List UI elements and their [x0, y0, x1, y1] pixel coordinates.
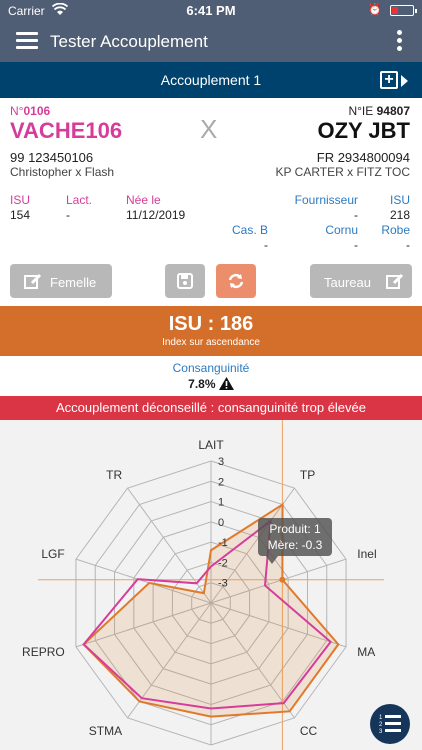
female-name: VACHE106	[10, 118, 123, 143]
isu-subtitle: Index sur ascendance	[162, 337, 260, 348]
select-bull-button[interactable]: Taureau	[310, 264, 412, 298]
female-number: N°0106	[10, 104, 50, 118]
page-title: Tester Accouplement	[50, 32, 208, 51]
female-number-value: 0106	[23, 104, 51, 118]
tooltip-line-1: Produit: 1	[269, 522, 321, 536]
select-bull-label: Taureau	[324, 275, 371, 290]
female-parents: Christopher x Flash	[10, 165, 115, 179]
save-icon	[177, 273, 193, 289]
radar-tick-label: -3	[218, 578, 228, 590]
male-number-value: 94807	[376, 104, 410, 118]
legend-fab-button[interactable]: 1 2 3	[370, 704, 410, 744]
male-robe-label: Robe	[381, 223, 410, 237]
more-options-icon[interactable]	[396, 30, 404, 52]
male-supplier-value: -	[354, 208, 358, 222]
warning-icon	[218, 377, 234, 390]
female-number-prefix: N°	[10, 104, 24, 118]
list-icon: 1 2 3	[379, 715, 401, 735]
isu-title: ISU : 186	[168, 313, 254, 335]
tooltip-marker	[279, 576, 286, 583]
consanguinity-block: Consanguinité 7.8%	[0, 358, 422, 394]
female-born-label: Née le	[126, 193, 161, 207]
radar-axis-label: Inel	[357, 547, 376, 561]
mating-tab-bar: Accouplement 1 +	[0, 62, 422, 98]
radar-axis-label: LGF	[41, 547, 64, 561]
male-id: FR 2934800094	[316, 150, 410, 165]
add-mating-icon[interactable]: +	[380, 71, 398, 89]
status-bar: Carrier 6:41 PM ⏰	[0, 0, 422, 22]
radar-axis-label: STMA	[89, 724, 122, 738]
radar-tick-label: -2	[218, 557, 228, 569]
refresh-icon	[228, 273, 244, 289]
female-isu-value: 154	[10, 208, 31, 222]
next-arrow-icon[interactable]	[401, 75, 408, 87]
alarm-icon: ⏰	[368, 4, 382, 16]
male-number-prefix: N°IE	[348, 104, 374, 118]
radar-tick-label: 3	[218, 456, 224, 468]
animals-panel: N°0106 VACHE106 99 123450106 Christopher…	[0, 98, 422, 258]
consanguinity-value: 7.8%	[188, 377, 216, 391]
male-isu-label: ISU	[389, 193, 410, 207]
female-lact-label: Lact.	[66, 193, 93, 207]
hamburger-menu-icon[interactable]	[16, 32, 38, 50]
isu-summary: ISU : 186 Index sur ascendance	[0, 306, 422, 356]
male-isu-value: 218	[389, 208, 410, 222]
consanguinity-label: Consanguinité	[172, 361, 250, 375]
radar-axis-label: LAIT	[198, 438, 224, 452]
edit-icon	[24, 273, 42, 289]
app-navbar: Tester Accouplement	[0, 22, 422, 62]
save-button[interactable]	[165, 264, 205, 298]
male-supplier-label: Fournisseur	[294, 193, 358, 207]
male-cornu-value: -	[354, 238, 358, 252]
radar-axis-label: CC	[300, 724, 318, 738]
male-casb-label: Cas. B	[231, 223, 268, 237]
female-id: 99 123450106	[10, 150, 94, 165]
male-cornu-label: Cornu	[325, 223, 358, 237]
male-number: N°IE 94807	[348, 104, 410, 118]
male-casb-value: -	[264, 238, 268, 252]
mating-tab-label[interactable]: Accouplement 1	[0, 72, 422, 88]
radar-tick-label: -1	[218, 537, 228, 549]
radar-tick-label: 1	[218, 497, 224, 509]
cross-symbol: X	[200, 114, 218, 144]
svg-text:2: 2	[379, 722, 383, 728]
radar-chart-panel: 3210-1-2-3LAITTPInelMACCMESTMAREPROLGFTR…	[0, 420, 422, 750]
mating-alert: Accouplement déconseillé : consanguinité…	[0, 396, 422, 420]
action-buttons: Femelle Taureau	[0, 264, 422, 304]
svg-text:3: 3	[379, 729, 383, 735]
male-robe-value: -	[406, 238, 410, 252]
female-born-value: 11/12/2019	[126, 208, 186, 222]
consanguinity-value-row: 7.8%	[0, 377, 422, 391]
battery-icon	[390, 5, 417, 16]
radar-axis-label: TR	[106, 468, 122, 482]
male-parents: KP CARTER x FITZ TOC	[275, 165, 410, 179]
radar-axis-label: REPRO	[22, 645, 65, 659]
male-name: OZY JBT	[317, 118, 410, 143]
radar-chart: 3210-1-2-3LAITTPInelMACCMESTMAREPROLGFTR…	[22, 420, 384, 750]
radar-tick-label: 0	[218, 517, 224, 529]
radar-tick-label: 2	[218, 476, 224, 488]
select-female-button[interactable]: Femelle	[10, 264, 112, 298]
edit-icon	[386, 273, 404, 289]
refresh-button[interactable]	[216, 264, 256, 298]
female-isu-label: ISU	[10, 193, 31, 207]
select-female-label: Femelle	[50, 275, 97, 290]
female-lact-value: -	[66, 208, 70, 222]
tooltip-line-2: Mère: -0.3	[268, 538, 323, 552]
svg-text:1: 1	[379, 715, 383, 721]
clock: 6:41 PM	[186, 3, 236, 18]
radar-axis-label: MA	[357, 645, 375, 659]
radar-axis-label: TP	[300, 468, 315, 482]
